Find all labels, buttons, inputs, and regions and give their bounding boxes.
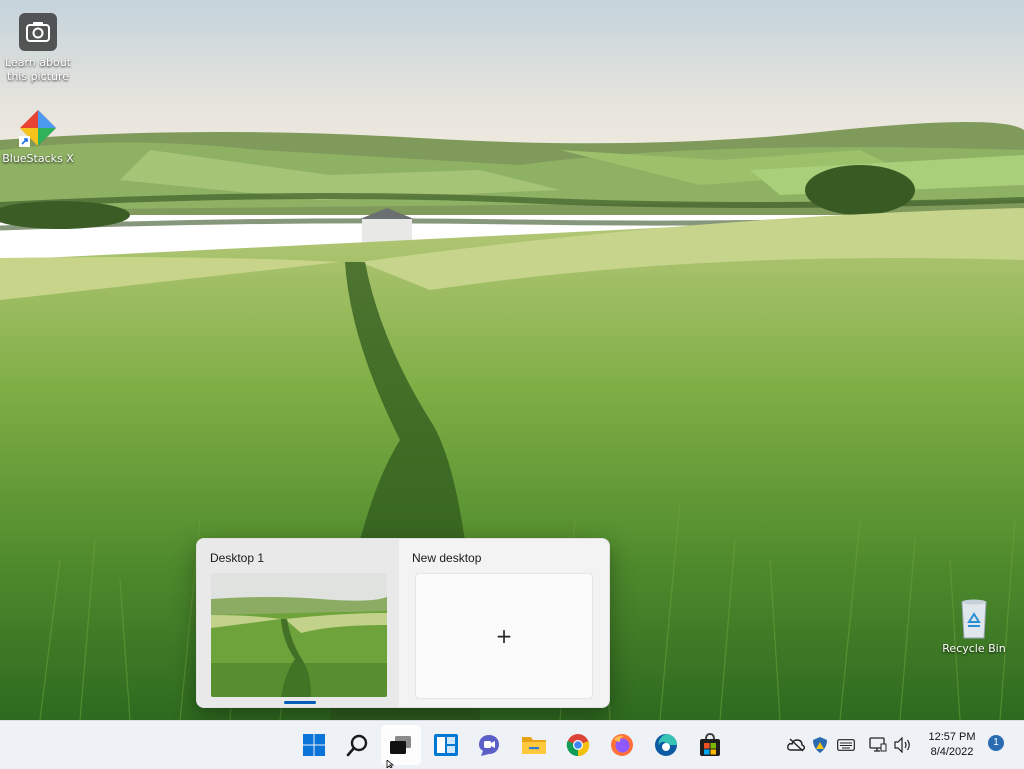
cloud-offline-icon [787, 738, 805, 752]
keyboard-icon [837, 739, 855, 751]
clock-date: 8/4/2022 [930, 746, 974, 758]
desktop-thumbnail[interactable] [211, 573, 387, 697]
chrome-icon [566, 734, 590, 757]
microsoft-store-button[interactable] [690, 725, 730, 765]
task-view-icon [390, 736, 411, 754]
active-desktop-indicator [284, 701, 316, 704]
virtual-desktop-1[interactable]: Desktop 1 [197, 539, 399, 707]
file-explorer-icon [522, 737, 546, 754]
bluestacks-icon [16, 106, 60, 150]
firefox-button[interactable] [602, 725, 642, 765]
search-button[interactable] [338, 725, 378, 765]
desktop-icon-learn-about-picture[interactable]: Learn about this picture [0, 10, 76, 84]
edge-icon [655, 734, 677, 756]
new-desktop-button[interactable]: + [415, 573, 593, 699]
touch-keyboard-tray-icon[interactable] [836, 735, 856, 755]
speaker-icon [894, 737, 910, 753]
desktop-icon-label: Learn about this picture [5, 56, 71, 83]
windows-logo-icon [303, 734, 325, 756]
start-button[interactable] [294, 725, 334, 765]
volume-tray-icon[interactable] [893, 735, 913, 755]
network-icon [869, 737, 887, 752]
search-icon [346, 734, 368, 757]
desktop-icon-recycle-bin[interactable]: Recycle Bin [936, 596, 1012, 656]
clock-time: 12:57 PM [928, 731, 976, 743]
store-icon [700, 733, 720, 756]
chat-icon [479, 735, 499, 756]
notification-badge[interactable]: 1 [988, 735, 1004, 751]
edge-button[interactable] [646, 725, 686, 765]
desktop-icon-bluestacks[interactable]: BlueStacks X [0, 106, 76, 166]
shield-warning-icon [813, 737, 827, 753]
onedrive-tray-icon[interactable] [786, 735, 806, 755]
desktop-icon-label: BlueStacks X [2, 152, 74, 165]
chat-button[interactable] [469, 725, 509, 765]
recycle-bin-icon [952, 596, 996, 640]
taskbar: 12:57 PM 8/4/2022 [0, 720, 1024, 769]
network-tray-icon[interactable] [868, 735, 888, 755]
clock[interactable]: 12:57 PM 8/4/2022 [920, 730, 984, 760]
desktop-name[interactable]: Desktop 1 [210, 551, 264, 565]
new-desktop-label: New desktop [412, 551, 482, 565]
task-view-flyout: Desktop 1 New desktop + [196, 538, 610, 708]
desktop-icon-label: Recycle Bin [942, 642, 1006, 655]
camera-icon [16, 10, 60, 54]
firefox-icon [611, 734, 633, 756]
new-desktop[interactable]: New desktop + [399, 539, 609, 707]
task-view-button[interactable] [381, 725, 421, 765]
widgets-icon [434, 734, 458, 756]
file-explorer-button[interactable] [514, 725, 554, 765]
mouse-cursor-icon [386, 760, 395, 768]
security-tray-icon[interactable] [810, 735, 830, 755]
plus-icon: + [495, 624, 513, 648]
widgets-button[interactable] [426, 725, 466, 765]
chrome-button[interactable] [558, 725, 598, 765]
